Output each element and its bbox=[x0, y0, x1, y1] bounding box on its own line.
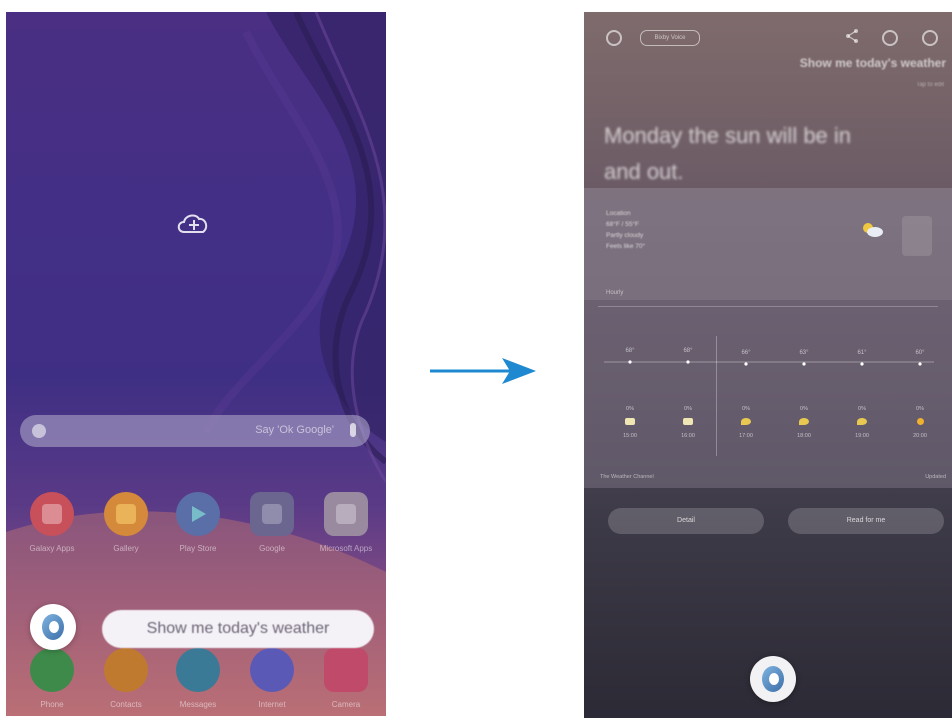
hour-time: 16:00 bbox=[681, 433, 695, 439]
app-label: Google bbox=[259, 544, 285, 553]
app-microsoft-folder[interactable]: Microsoft Apps bbox=[316, 492, 376, 554]
app-label: Internet bbox=[258, 700, 286, 709]
app-label: Camera bbox=[331, 700, 361, 709]
hour-time: 19:00 bbox=[855, 433, 869, 439]
hour-slot: 0% 20:00 bbox=[900, 406, 940, 439]
hour-time: 18:00 bbox=[797, 433, 811, 439]
moon-icon bbox=[857, 418, 867, 425]
cloud-icon bbox=[683, 418, 693, 425]
precip-chance: 0% bbox=[800, 406, 808, 412]
temperature-line: 68° 68° 66° 63° 61° 60° bbox=[604, 348, 934, 366]
weather-card[interactable]: Location 68°F / 55°F Partly cloudy Feels… bbox=[584, 188, 952, 488]
dock-internet[interactable]: Internet bbox=[242, 648, 302, 710]
home-screen: Say 'Ok Google' Galaxy Apps Gallery Play… bbox=[6, 12, 386, 716]
google-icon bbox=[32, 424, 46, 438]
bixby-toolbar: Bixby Voice bbox=[584, 20, 952, 48]
app-play-store[interactable]: Play Store bbox=[168, 492, 228, 554]
temp-label: 63° bbox=[799, 350, 809, 356]
app-label: Play Store bbox=[179, 544, 217, 553]
temp-label: 61° bbox=[857, 350, 867, 356]
hourly-forecast: 0% 15:00 0% 16:00 0% 17:00 0% 18:00 0% 1… bbox=[584, 406, 952, 462]
camera-icon bbox=[324, 648, 368, 692]
hour-slot: 0% 17:00 bbox=[726, 406, 766, 439]
moon-icon bbox=[799, 418, 809, 425]
mic-icon[interactable] bbox=[350, 423, 356, 437]
voice-command-bubble: Show me today's weather bbox=[102, 610, 374, 648]
cloud-icon bbox=[625, 418, 635, 425]
app-label: Phone bbox=[40, 700, 64, 709]
microsoft-folder-icon bbox=[324, 492, 368, 536]
hour-slot: 0% 18:00 bbox=[784, 406, 824, 439]
app-label: Gallery bbox=[113, 544, 139, 553]
read-for-me-chip[interactable]: Read for me bbox=[788, 508, 944, 534]
more-icon[interactable] bbox=[922, 30, 938, 46]
detail-chip[interactable]: Detail bbox=[608, 508, 764, 534]
play-store-icon bbox=[176, 492, 220, 536]
precip-chance: 0% bbox=[626, 406, 634, 412]
spoken-query: Show me today's weather bbox=[799, 56, 946, 70]
app-label: Contacts bbox=[110, 700, 142, 709]
google-folder-icon bbox=[250, 492, 294, 536]
app-label: Galaxy Apps bbox=[29, 544, 75, 553]
hour-time: 15:00 bbox=[623, 433, 637, 439]
bixby-button[interactable] bbox=[750, 656, 796, 702]
cloud-add-icon[interactable] bbox=[172, 206, 216, 240]
temp-label: 60° bbox=[915, 350, 925, 356]
internet-icon bbox=[250, 648, 294, 692]
location-name: Location bbox=[606, 210, 631, 217]
temp-label: 68° bbox=[683, 348, 693, 354]
dock-phone[interactable]: Phone bbox=[22, 648, 82, 710]
bixby-voice-pill[interactable]: Bixby Voice bbox=[640, 30, 700, 46]
precip-chance: 0% bbox=[858, 406, 866, 412]
moon-icon bbox=[741, 418, 751, 425]
google-search-bar[interactable]: Say 'Ok Google' bbox=[20, 415, 370, 447]
condition: Partly cloudy bbox=[606, 232, 644, 239]
transition-arrow-icon bbox=[430, 358, 536, 384]
precip-chance: 0% bbox=[916, 406, 924, 412]
galaxy-apps-icon bbox=[30, 492, 74, 536]
updated-time: Updated bbox=[925, 474, 946, 480]
dock-messages[interactable]: Messages bbox=[168, 648, 228, 710]
share-icon[interactable] bbox=[844, 28, 860, 44]
settings-icon[interactable] bbox=[606, 30, 622, 46]
bixby-button[interactable] bbox=[30, 604, 76, 650]
power-icon[interactable] bbox=[882, 30, 898, 46]
divider bbox=[598, 306, 938, 307]
phone-icon bbox=[30, 648, 74, 692]
app-google-folder[interactable]: Google bbox=[242, 492, 302, 554]
bixby-icon bbox=[762, 666, 784, 692]
partly-cloudy-icon bbox=[863, 223, 883, 237]
hour-time: 17:00 bbox=[739, 433, 753, 439]
gallery-icon bbox=[104, 492, 148, 536]
temp-label: 68° bbox=[625, 348, 635, 354]
app-label: Messages bbox=[179, 700, 217, 709]
bixby-result-screen: Bixby Voice Show me today's weather Tap … bbox=[584, 12, 952, 718]
app-label: Microsoft Apps bbox=[319, 544, 373, 553]
hour-time: 20:00 bbox=[913, 433, 927, 439]
high-low: 68°F / 55°F bbox=[606, 221, 640, 228]
sun-icon bbox=[916, 418, 924, 425]
app-gallery[interactable]: Gallery bbox=[96, 492, 156, 554]
bixby-icon bbox=[42, 614, 64, 640]
precip-chance: 0% bbox=[742, 406, 750, 412]
hour-slot: 0% 16:00 bbox=[668, 406, 708, 439]
weather-location-block: Location 68°F / 55°F Partly cloudy Feels… bbox=[606, 208, 645, 252]
hour-slot: 0% 19:00 bbox=[842, 406, 882, 439]
hourly-label: Hourly bbox=[606, 290, 624, 296]
temp-label: 66° bbox=[741, 350, 751, 356]
hour-slot: 0% 15:00 bbox=[610, 406, 650, 439]
app-galaxy-apps[interactable]: Galaxy Apps bbox=[22, 492, 82, 554]
bixby-answer: Monday the sun will be in and out. bbox=[604, 123, 852, 184]
dock-contacts[interactable]: Contacts bbox=[96, 648, 156, 710]
search-hint: Say 'Ok Google' bbox=[255, 424, 334, 436]
dock-camera[interactable]: Camera bbox=[316, 648, 376, 710]
weather-source[interactable]: The Weather Channel bbox=[600, 474, 654, 480]
precip-chance: 0% bbox=[684, 406, 692, 412]
contacts-icon bbox=[104, 648, 148, 692]
query-edit-hint[interactable]: Tap to edit bbox=[916, 82, 944, 88]
weather-illustration bbox=[902, 216, 932, 256]
feels-like: Feels like 70° bbox=[606, 243, 646, 250]
messages-icon bbox=[176, 648, 220, 692]
